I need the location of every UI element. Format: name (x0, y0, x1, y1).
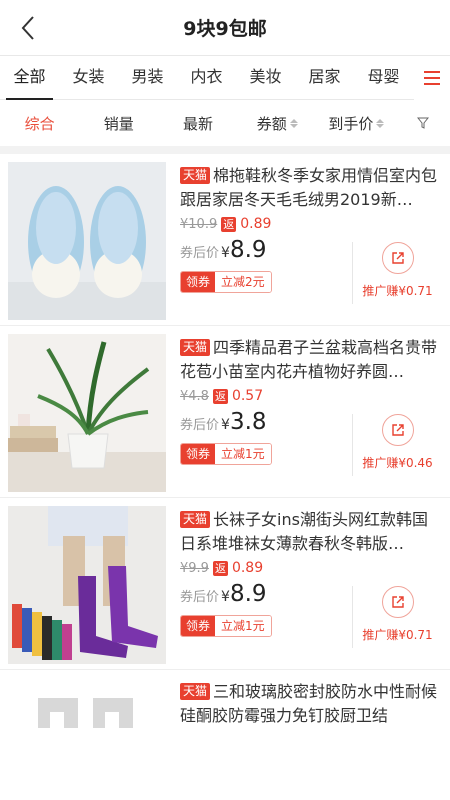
product-image (8, 678, 166, 730)
original-price: ¥10.9 (180, 216, 218, 232)
category-tabs: 全部 女装 男装 内衣 美妆 居家 母婴 (0, 56, 450, 100)
tab-baby[interactable]: 母婴 (354, 56, 413, 100)
product-image (8, 334, 166, 492)
rebate-value: 0.89 (231, 560, 264, 576)
page-title: 9块9包邮 (183, 18, 267, 40)
tab-home[interactable]: 居家 (295, 56, 354, 100)
original-price: ¥4.8 (180, 388, 209, 404)
rebate-value: 0.57 (231, 388, 264, 404)
back-button[interactable] (8, 8, 48, 48)
rebate-badge: 返 (212, 388, 228, 404)
chevron-left-icon (21, 16, 34, 40)
product-image (8, 506, 166, 664)
promote-earn-text: 推广赚¥0.46 (362, 456, 433, 470)
coupon-value: 立减1元 (215, 616, 271, 636)
rebate-badge: 返 (212, 560, 228, 576)
sort-arrows-icon (289, 118, 298, 128)
product-name: 棉拖鞋秋冬季女家用情侣室内包跟居家居冬天毛毛绒男2019新… (180, 166, 438, 209)
coupon-label: 领券 (181, 444, 216, 464)
coupon-label: 领券 (181, 272, 216, 292)
sort-final-price-label: 到手价 (328, 114, 374, 133)
final-price: 8.9 (229, 581, 267, 607)
tmall-badge: 天猫 (180, 339, 211, 356)
coupon-button[interactable]: 领券 立减1元 (180, 443, 272, 465)
promote-button[interactable]: 推广赚¥0.46 (352, 414, 442, 476)
tab-women[interactable]: 女装 (59, 56, 118, 100)
list-item[interactable]: 天猫 长袜子女ins潮街头网红款韩国日系堆堆袜女薄款春秋冬韩版… ¥9.9 返 0… (0, 498, 450, 670)
promote-button[interactable]: 推广赚¥0.71 (352, 586, 442, 648)
list-item[interactable]: 天猫 四季精品君子兰盆栽高档名贵带花苞小苗室内花卉植物好养圆… ¥4.8 返 0.… (0, 326, 450, 498)
sort-arrows-icon (376, 118, 385, 128)
original-price: ¥9.9 (180, 560, 209, 576)
app-header: 9块9包邮 (0, 0, 450, 56)
tab-all[interactable]: 全部 (0, 56, 59, 100)
product-name: 四季精品君子兰盆栽高档名贵带花苞小苗室内花卉植物好养圆… (180, 338, 438, 381)
share-icon (381, 414, 414, 446)
currency-symbol: ¥ (221, 245, 230, 261)
after-coupon-label: 券后价 (180, 590, 220, 605)
category-menu-button[interactable] (414, 56, 450, 100)
tmall-badge: 天猫 (180, 511, 211, 528)
coupon-value: 立减1元 (215, 444, 271, 464)
sort-overall-label: 综合 (24, 114, 55, 133)
final-price: 8.9 (229, 237, 267, 263)
product-title: 天猫 长袜子女ins潮街头网红款韩国日系堆堆袜女薄款春秋冬韩版… (180, 508, 442, 556)
list-item[interactable]: 天猫 棉拖鞋秋冬季女家用情侣室内包跟居家居冬天毛毛绒男2019新… ¥10.9 返… (0, 154, 450, 326)
currency-symbol: ¥ (221, 417, 230, 433)
sort-overall[interactable]: 综合 (0, 113, 79, 134)
coupon-button[interactable]: 领券 立减2元 (180, 271, 272, 293)
product-title: 天猫 棉拖鞋秋冬季女家用情侣室内包跟居家居冬天毛毛绒男2019新… (180, 164, 442, 212)
sort-sales[interactable]: 销量 (79, 113, 158, 134)
filter-icon (417, 117, 430, 129)
product-name: 长袜子女ins潮街头网红款韩国日系堆堆袜女薄款春秋冬韩版… (180, 510, 428, 553)
product-list: 天猫 棉拖鞋秋冬季女家用情侣室内包跟居家居冬天毛毛绒男2019新… ¥10.9 返… (0, 154, 450, 730)
promote-earn-text: 推广赚¥0.71 (362, 284, 433, 298)
tab-underwear[interactable]: 内衣 (177, 56, 236, 100)
product-title: 天猫 三和玻璃胶密封胶防水中性耐候硅酮胶防霉强力免钉胶厨卫结 (180, 680, 442, 728)
coupon-button[interactable]: 领券 立减1元 (180, 615, 272, 637)
sort-sales-label: 销量 (103, 114, 134, 133)
promote-button[interactable]: 推广赚¥0.71 (352, 242, 442, 304)
rebate-badge: 返 (221, 216, 237, 232)
after-coupon-label: 券后价 (180, 246, 220, 261)
after-coupon-label: 券后价 (180, 418, 220, 433)
sort-bar: 综合 销量 最新 券额 到手价 (0, 100, 450, 154)
sort-coupon[interactable]: 券额 (238, 113, 317, 134)
share-icon (381, 586, 414, 618)
rebate-value: 0.89 (240, 216, 272, 232)
menu-icon (424, 71, 440, 85)
tmall-badge: 天猫 (180, 167, 211, 184)
product-name: 三和玻璃胶密封胶防水中性耐候硅酮胶防霉强力免钉胶厨卫结 (180, 682, 438, 725)
sort-coupon-label: 券额 (256, 114, 287, 133)
coupon-label: 领券 (181, 616, 216, 636)
tmall-badge: 天猫 (180, 683, 211, 700)
list-item[interactable]: 天猫 三和玻璃胶密封胶防水中性耐候硅酮胶防霉强力免钉胶厨卫结 (0, 670, 450, 730)
currency-symbol: ¥ (221, 589, 230, 605)
filter-button[interactable] (396, 117, 450, 129)
product-title: 天猫 四季精品君子兰盆栽高档名贵带花苞小苗室内花卉植物好养圆… (180, 336, 442, 384)
share-icon (381, 242, 414, 274)
coupon-value: 立减2元 (215, 272, 271, 292)
sort-newest[interactable]: 最新 (158, 113, 237, 134)
sort-final-price[interactable]: 到手价 (317, 113, 396, 134)
tab-beauty[interactable]: 美妆 (236, 56, 295, 100)
final-price: 3.8 (229, 409, 267, 435)
sort-newest-label: 最新 (183, 114, 214, 133)
promote-earn-text: 推广赚¥0.71 (362, 628, 433, 642)
tab-men[interactable]: 男装 (118, 56, 177, 100)
product-image (8, 162, 166, 320)
